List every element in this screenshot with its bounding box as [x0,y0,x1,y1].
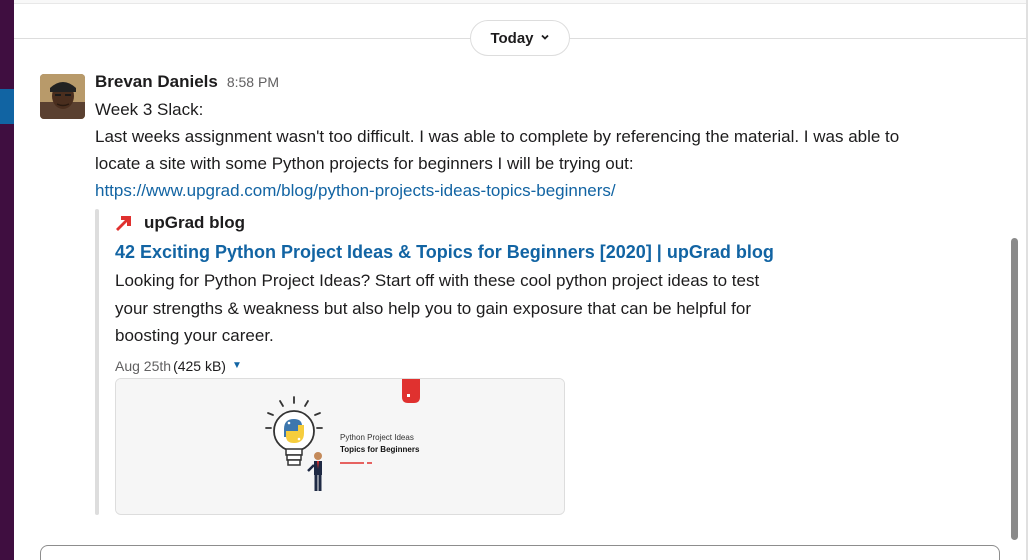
preview-caption-line: Topics for Beginners [340,445,420,454]
message-composer[interactable] [40,545,1000,560]
unfurl-date: Aug 25th [115,357,172,374]
day-divider-label: Today [490,29,534,47]
unfurl-description-line: your strengths & weakness but also help … [115,298,752,318]
message-author[interactable]: Brevan Daniels [95,72,218,92]
unfurl-border [95,209,99,515]
day-divider-button[interactable]: Today [470,20,570,56]
scrollbar-thumb[interactable] [1011,238,1018,540]
preview-caption-line: Python Project Ideas [340,433,414,442]
channel-header-edge [14,0,1028,4]
message-link[interactable]: https://www.upgrad.com/blog/python-proje… [95,177,985,204]
message-line: locate a site with some Python projects … [95,154,634,173]
chevron-down-icon [540,32,550,45]
avatar[interactable] [40,74,85,119]
caret-down-icon[interactable]: ▼ [232,360,242,371]
unfurl-description: Looking for Python Project Ideas? Start … [115,267,835,350]
sidebar-active-indicator [0,89,14,124]
unfurl-title-link[interactable]: 42 Exciting Python Project Ideas & Topic… [115,237,855,267]
unfurl-preview-image[interactable]: Python Project Ideas Topics for Beginner… [115,378,565,515]
workspace-sidebar [0,0,14,560]
unfurl-description-line: boosting your career. [115,326,274,345]
link-unfurl: upGrad blog 42 Exciting Python Project I… [115,210,855,376]
unfurl-site-name: upGrad blog [144,213,246,232]
message-line: Week 3 Slack: [95,100,204,119]
unfurl-description-line: Looking for Python Project Ideas? Start … [115,271,760,290]
upgrad-logo-icon [115,214,133,232]
message-timestamp[interactable]: 8:58 PM [227,74,279,90]
message: Brevan Daniels 8:58 PM Week 3 Slack: Las… [95,72,985,204]
unfurl-meta: Aug 25th (425 kB) ▼ [115,356,855,376]
message-line: Last weeks assignment wasn't too difficu… [95,127,900,146]
unfurl-size: (425 kB) [173,357,226,374]
